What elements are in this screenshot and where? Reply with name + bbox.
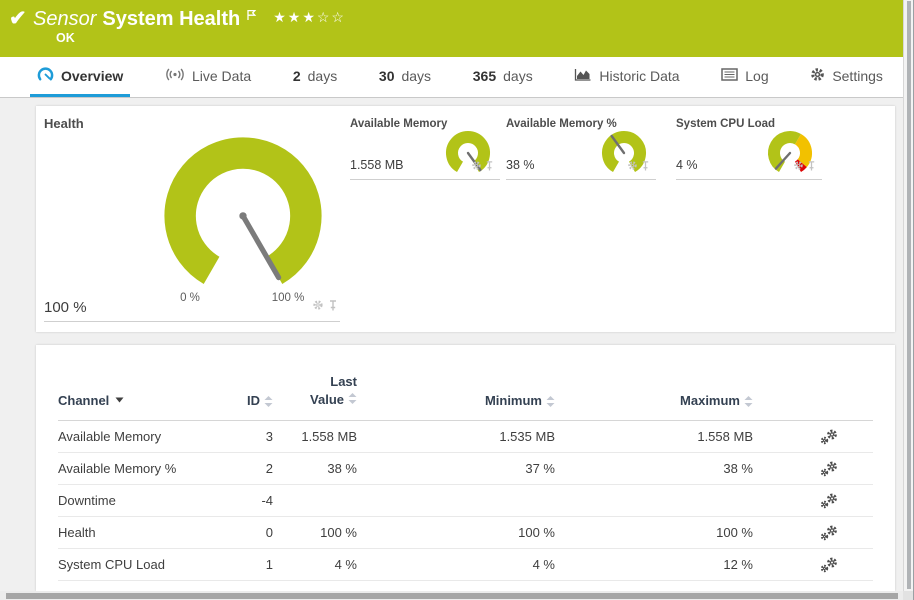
sort-both-icon — [264, 396, 273, 407]
channel-name: Available Memory — [58, 429, 223, 444]
column-header-maximum[interactable]: Maximum — [555, 393, 753, 408]
column-header-last-value[interactable]: Last Value — [273, 373, 357, 408]
scrollbar-corner — [903, 591, 913, 600]
mini-pin-icon[interactable] — [807, 158, 816, 176]
horizontal-scrollbar-thumb[interactable] — [6, 593, 898, 599]
sort-both-icon — [348, 393, 357, 404]
mini-gauge-value: 1.558 MB — [350, 158, 404, 172]
mini-gauge-available-memory: Available Memory 1.558 MB — [350, 118, 500, 180]
status-ok-check-icon: ✔ — [9, 6, 27, 31]
table-header-row: Channel ID Last Value Minimum — [58, 345, 873, 421]
gauge-icon — [37, 66, 54, 86]
tab-2-days[interactable]: 2 days — [286, 57, 344, 97]
sort-both-icon — [546, 396, 555, 407]
channel-last-value: 38 % — [273, 461, 357, 476]
live-data-icon — [165, 67, 185, 85]
channel-id: 3 — [223, 429, 273, 444]
channel-last-value: 100 % — [273, 525, 357, 540]
prtg-sensor-page: ✔ Sensor System Health ★★★☆☆ OK Overview — [0, 0, 914, 600]
vertical-scrollbar-thumb[interactable] — [907, 1, 911, 589]
tab-historic-data[interactable]: Historic Data — [567, 57, 686, 97]
vertical-scrollbar — [903, 0, 913, 591]
table-row: Health 0 100 % 100 % 100 % — [58, 517, 873, 549]
log-icon — [721, 68, 738, 84]
stars-empty: ☆☆ — [317, 9, 346, 25]
health-gauge-tile: Health 0 % 100 % 100 % — [44, 116, 340, 322]
gauge-title: Health — [44, 116, 340, 131]
channel-last-value: 4 % — [273, 557, 357, 572]
settings-gear-icon — [810, 67, 825, 85]
gauges-panel: Health 0 % 100 % 100 % — [36, 106, 895, 332]
channel-maximum: 38 % — [555, 461, 753, 476]
channel-settings-gears-icon[interactable] — [819, 525, 839, 541]
horizontal-scrollbar — [0, 591, 904, 600]
mini-settings-gear-icon[interactable] — [793, 158, 804, 176]
mini-pin-icon[interactable] — [485, 158, 494, 176]
tab-365-days[interactable]: 365 days — [466, 57, 540, 97]
gauge-pin-icon[interactable] — [328, 298, 338, 316]
mini-settings-gear-icon[interactable] — [471, 158, 482, 176]
channel-name: System CPU Load — [58, 557, 223, 572]
channel-maximum: 12 % — [555, 557, 753, 572]
channel-minimum: 100 % — [357, 525, 555, 540]
tab-overview[interactable]: Overview — [30, 57, 130, 97]
channel-maximum: 100 % — [555, 525, 753, 540]
channel-name: Available Memory % — [58, 461, 223, 476]
tab-30-days[interactable]: 30 days — [372, 57, 438, 97]
channel-id: 1 — [223, 557, 273, 572]
table-row: Available Memory % 2 38 % 37 % 38 % — [58, 453, 873, 485]
channel-settings-gears-icon[interactable] — [819, 461, 839, 477]
object-kind-label: Sensor — [33, 7, 96, 31]
gauge-scale-min: 0 % — [180, 292, 200, 304]
channel-name: Health — [58, 525, 223, 540]
table-row: Available Memory 3 1.558 MB 1.535 MB 1.5… — [58, 421, 873, 453]
tab-live-data[interactable]: Live Data — [158, 57, 258, 97]
tab-log[interactable]: Log — [714, 57, 775, 97]
channel-id: -4 — [223, 493, 273, 508]
column-header-id[interactable]: ID — [223, 393, 273, 408]
mini-pin-icon[interactable] — [641, 158, 650, 176]
mini-gauge-system-cpu-load: System CPU Load 4 % — [676, 118, 822, 180]
stars-filled: ★★★ — [273, 9, 317, 25]
flag-icon[interactable] — [246, 8, 257, 26]
column-header-channel[interactable]: Channel — [58, 393, 223, 408]
channels-table-panel: Channel ID Last Value Minimum — [36, 345, 895, 591]
table-row: System CPU Load 1 4 % 4 % 12 % — [58, 549, 873, 581]
channel-minimum: 4 % — [357, 557, 555, 572]
channel-id: 0 — [223, 525, 273, 540]
mini-gauge-value: 4 % — [676, 158, 698, 172]
tab-bar: Overview Live Data 2 days 30 days 365 da… — [0, 57, 904, 98]
mini-gauge-value: 38 % — [506, 158, 535, 172]
gauge-value: 100 % — [44, 299, 87, 316]
channel-last-value: 1.558 MB — [273, 429, 357, 444]
mini-gauge-available-memory-pct: Available Memory % 38 % — [506, 118, 656, 180]
gauge-settings-gear-icon[interactable] — [312, 298, 324, 316]
channel-settings-gears-icon[interactable] — [819, 493, 839, 509]
channel-settings-gears-icon[interactable] — [819, 429, 839, 445]
channel-settings-gears-icon[interactable] — [819, 557, 839, 573]
channel-id: 2 — [223, 461, 273, 476]
priority-stars[interactable]: ★★★☆☆ — [273, 9, 346, 26]
historic-chart-icon — [574, 67, 592, 84]
channel-minimum: 1.535 MB — [357, 429, 555, 444]
health-gauge — [138, 130, 348, 306]
mini-settings-gear-icon[interactable] — [627, 158, 638, 176]
sort-both-icon — [744, 396, 753, 407]
channel-name: Downtime — [58, 493, 223, 508]
column-header-minimum[interactable]: Minimum — [357, 393, 555, 408]
status-badge: OK — [56, 31, 75, 45]
gauge-scale-max: 100 % — [272, 292, 305, 304]
sensor-header: ✔ Sensor System Health ★★★☆☆ OK — [0, 0, 904, 57]
sort-desc-icon — [115, 397, 124, 403]
channel-minimum: 37 % — [357, 461, 555, 476]
table-row: Downtime -4 — [58, 485, 873, 517]
channel-maximum: 1.558 MB — [555, 429, 753, 444]
tab-settings[interactable]: Settings — [803, 57, 890, 97]
page-title: System Health — [102, 7, 240, 31]
